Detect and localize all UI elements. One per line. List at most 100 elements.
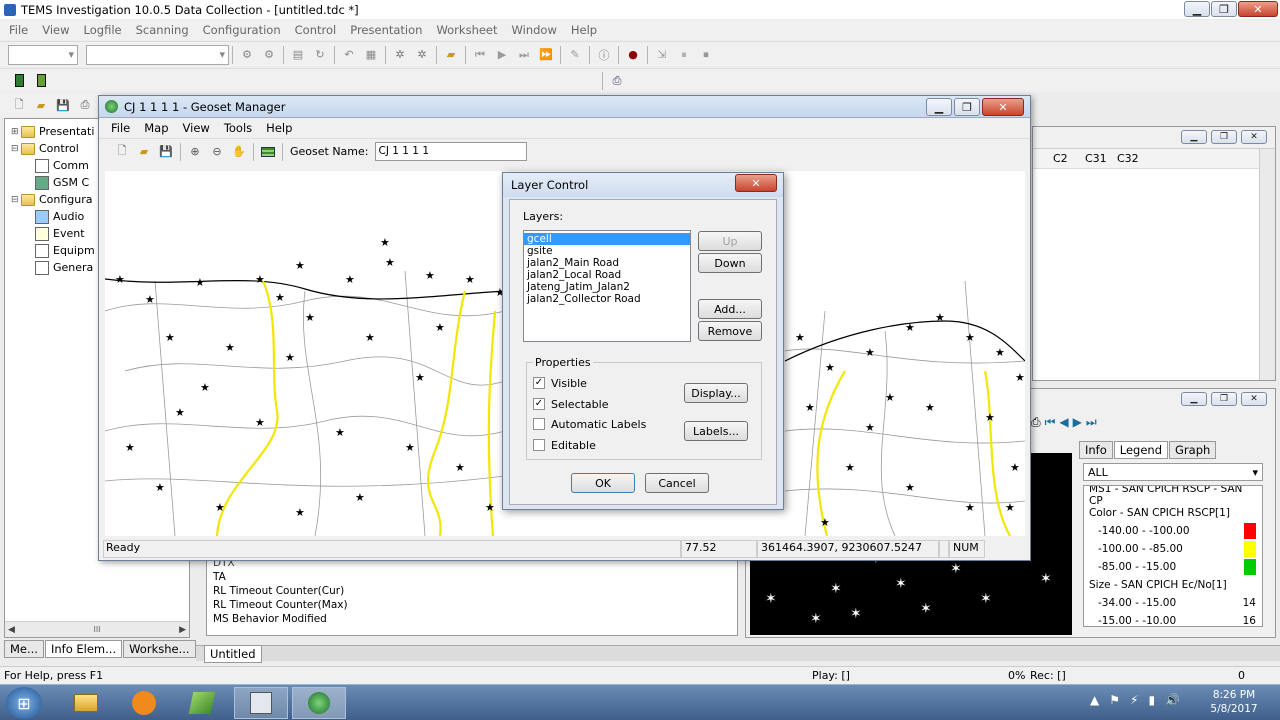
tems-taskbar-icon[interactable]	[234, 687, 288, 719]
fast-forward-icon[interactable]: ⏩	[535, 45, 557, 65]
print-map-icon[interactable]: ⎙	[1031, 415, 1041, 430]
zoom-out-icon[interactable]: ⊖	[206, 142, 228, 162]
clock[interactable]: 8:26 PM 5/8/2017	[1206, 688, 1262, 716]
tab-untitled-worksheet[interactable]: Untitled	[204, 645, 262, 663]
zoom-in-icon[interactable]: ⊕	[184, 142, 206, 162]
layer-down-button[interactable]: Down	[698, 253, 762, 273]
ok-button[interactable]: OK	[571, 473, 635, 493]
menu-file[interactable]: File	[9, 23, 28, 37]
properties-icon[interactable]: ▤	[287, 45, 309, 65]
menu-configuration[interactable]: Configuration	[203, 23, 281, 37]
equipment-dropdown[interactable]: ▾	[8, 44, 78, 65]
scroll-left-icon[interactable]: ◀	[8, 625, 15, 635]
menu-help[interactable]: Help	[571, 23, 597, 37]
app-minimize-button[interactable]: ▁	[1184, 1, 1210, 17]
menu-scanning[interactable]: Scanning	[136, 23, 189, 37]
menu-worksheet[interactable]: Worksheet	[436, 23, 497, 37]
config-icon[interactable]: ▦	[360, 45, 382, 65]
pause-icon[interactable]: ⏸	[673, 45, 695, 65]
connect-icon[interactable]: ⚙	[236, 45, 258, 65]
automatic-labels-checkbox[interactable]: Automatic Labels	[533, 415, 646, 433]
show-hidden-icon[interactable]: ▲	[1090, 693, 1099, 707]
menu-presentation[interactable]: Presentation	[350, 23, 422, 37]
table-minimize-button[interactable]: ▁	[1181, 130, 1207, 144]
map-close-button[interactable]: ✕	[1241, 392, 1267, 406]
layer-control-close-button[interactable]: ✕	[735, 174, 777, 192]
selectable-checkbox[interactable]: ✓ Selectable	[533, 395, 608, 413]
start-button[interactable]: ⊞	[6, 687, 42, 719]
pan-hand-icon[interactable]: ✋	[228, 142, 250, 162]
app-taskbar-icon[interactable]	[178, 688, 226, 718]
next-icon[interactable]: ▶	[1073, 415, 1082, 430]
geoset-menu-file[interactable]: File	[111, 121, 130, 135]
refresh-icon[interactable]: ↻	[309, 45, 331, 65]
table-restore-button[interactable]: ❐	[1211, 130, 1237, 144]
record-icon[interactable]: ●	[622, 45, 644, 65]
labels-button[interactable]: Labels...	[684, 421, 748, 441]
visible-checkbox[interactable]: ✓ Visible	[533, 374, 587, 392]
app-restore-button[interactable]: ❐	[1211, 1, 1237, 17]
open-file-icon[interactable]: ▰	[30, 95, 52, 115]
scroll-right-icon[interactable]: ▶	[179, 625, 186, 635]
layer-item[interactable]: Jateng_Jatim_Jalan2	[524, 281, 690, 293]
power-icon[interactable]: ⚡	[1130, 693, 1138, 707]
legend-filter-dropdown[interactable]: ALL ▾	[1083, 463, 1263, 481]
save-geoset-icon[interactable]: 💾	[155, 142, 177, 162]
tab-graph[interactable]: Graph	[1169, 441, 1217, 459]
volume-icon[interactable]: 🔊	[1165, 693, 1180, 707]
undo-icon[interactable]: ↶	[338, 45, 360, 65]
geoset-maximize-button[interactable]: ❐	[954, 98, 980, 116]
geoset-minimize-button[interactable]: ▁	[926, 98, 952, 116]
geoset-menu-help[interactable]: Help	[266, 121, 292, 135]
display-button[interactable]: Display...	[684, 383, 748, 403]
menu-control[interactable]: Control	[295, 23, 337, 37]
print-icon[interactable]: ⎙	[74, 95, 96, 115]
layer-item[interactable]: jalan2_Collector Road	[524, 293, 690, 305]
info-icon[interactable]: ⓘ	[593, 45, 615, 65]
map-restore-button[interactable]: ❐	[1211, 392, 1237, 406]
play-icon[interactable]: ▶	[491, 45, 513, 65]
layer-add-button[interactable]: Add...	[698, 299, 762, 319]
open-geoset-icon[interactable]: ▰	[133, 142, 155, 162]
geoset-menu-map[interactable]: Map	[144, 121, 168, 135]
layer-remove-button[interactable]: Remove	[698, 321, 762, 341]
map-minimize-button[interactable]: ▁	[1181, 392, 1207, 406]
table-vscrollbar[interactable]	[1259, 149, 1275, 380]
layer-item[interactable]: jalan2_Local Road	[524, 269, 690, 281]
editable-checkbox[interactable]: Editable	[533, 436, 596, 454]
disconnect-icon[interactable]: ⚙	[258, 45, 280, 65]
geoset-close-button[interactable]: ✕	[982, 98, 1024, 116]
tab-legend[interactable]: Legend	[1113, 441, 1169, 459]
insert-icon[interactable]: ⇲	[651, 45, 673, 65]
menu-view[interactable]: View	[42, 23, 69, 37]
open-folder-icon[interactable]: ▰	[440, 45, 462, 65]
app-close-button[interactable]: ✕	[1238, 1, 1278, 17]
navigator-hscrollbar[interactable]: ◀ III ▶	[5, 621, 189, 637]
gps-icon[interactable]: ⎙	[606, 71, 628, 91]
layer-item-selected[interactable]: gcell	[524, 233, 690, 245]
gear-2-icon[interactable]: ✲	[411, 45, 433, 65]
flag-icon[interactable]: ⚑	[1109, 693, 1120, 707]
geoset-menu-tools[interactable]: Tools	[224, 121, 252, 135]
new-geoset-icon[interactable]: 🗋	[111, 142, 133, 162]
geoset-name-input[interactable]: CJ 1 1 1 1	[374, 142, 527, 161]
cancel-button[interactable]: Cancel	[645, 473, 709, 493]
menu-logfile[interactable]: Logfile	[84, 23, 122, 37]
table-close-button[interactable]: ✕	[1241, 130, 1267, 144]
tab-info-elements[interactable]: Info Elem...	[44, 640, 123, 658]
pen-icon[interactable]: ✎	[564, 45, 586, 65]
step-icon[interactable]: ⏭	[513, 45, 535, 65]
layer-item[interactable]: gsite	[524, 245, 690, 257]
tab-info[interactable]: Info	[1079, 441, 1113, 459]
scroll-thumb[interactable]: III	[93, 625, 100, 634]
phone-2-icon[interactable]	[30, 71, 52, 91]
layers-listbox[interactable]: gcell gsite jalan2_Main Road jalan2_Loca…	[523, 230, 691, 342]
layer-item[interactable]: jalan2_Main Road	[524, 257, 690, 269]
rewind-icon[interactable]: ⏮	[469, 45, 491, 65]
geoset-taskbar-icon[interactable]	[292, 687, 346, 719]
tab-worksheets[interactable]: Workshe...	[123, 640, 196, 658]
new-file-icon[interactable]: 🗋	[8, 95, 30, 115]
layer-up-button[interactable]: Up	[698, 231, 762, 251]
tab-menu[interactable]: Me...	[4, 640, 44, 658]
gear-icon[interactable]: ✲	[389, 45, 411, 65]
